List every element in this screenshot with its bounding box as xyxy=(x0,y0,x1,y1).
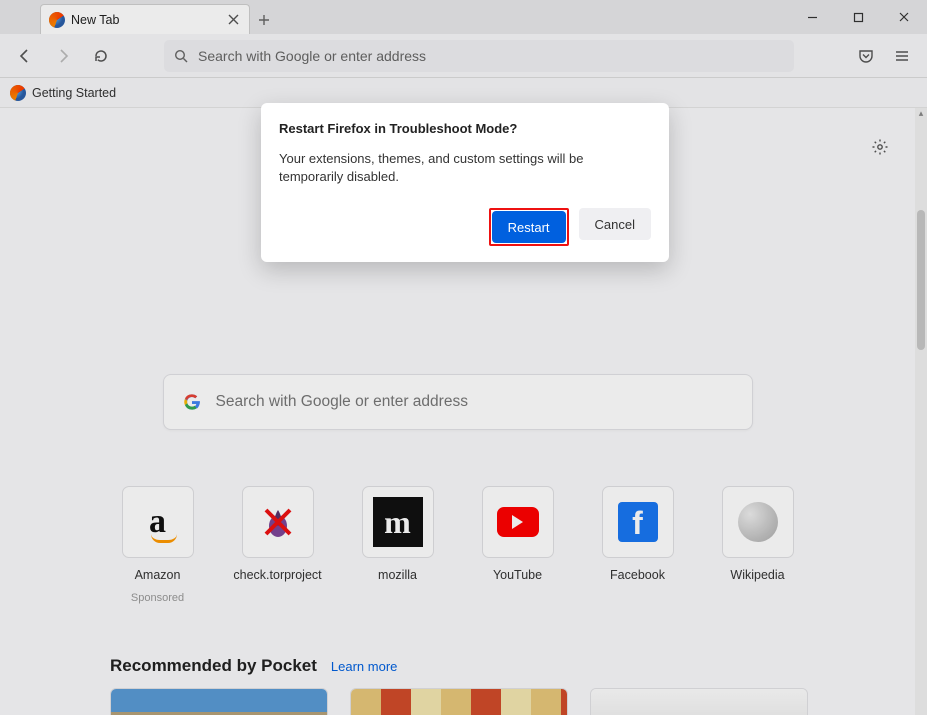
restart-highlight: Restart xyxy=(489,208,569,246)
dialog-actions: Restart Cancel xyxy=(279,208,651,246)
dialog-title: Restart Firefox in Troubleshoot Mode? xyxy=(279,121,651,136)
troubleshoot-restart-dialog: Restart Firefox in Troubleshoot Mode? Yo… xyxy=(261,103,669,262)
dialog-body: Your extensions, themes, and custom sett… xyxy=(279,150,651,186)
restart-button[interactable]: Restart xyxy=(492,211,566,243)
cancel-button[interactable]: Cancel xyxy=(579,208,651,240)
